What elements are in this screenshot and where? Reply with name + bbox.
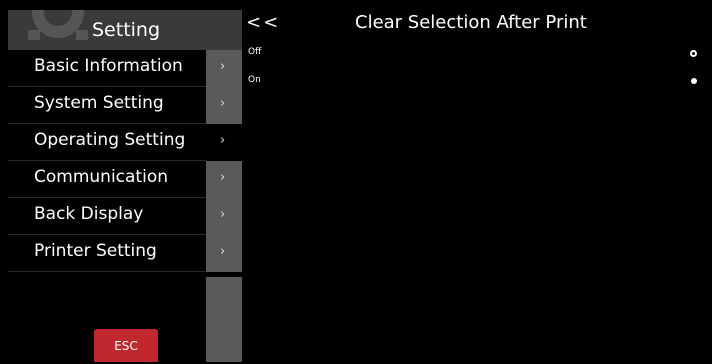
sidebar-item-label: Printer Setting: [34, 241, 157, 261]
option-label: On: [248, 75, 261, 85]
sidebar: Setting Basic Information › System Setti…: [8, 10, 242, 362]
chevron-right-icon: ›: [206, 235, 242, 272]
option-off[interactable]: Off: [242, 44, 712, 72]
chevron-right-icon: ›: [206, 50, 242, 87]
sidebar-item-label: Communication: [34, 167, 168, 187]
sidebar-menu: Basic Information › System Setting › Ope…: [8, 50, 242, 272]
sidebar-item-back-display[interactable]: Back Display ›: [8, 198, 242, 235]
sidebar-header: Setting: [8, 10, 242, 50]
sidebar-item-label: Operating Setting: [34, 130, 186, 150]
option-label: Off: [248, 47, 262, 57]
sidebar-item-label: Back Display: [34, 204, 144, 224]
sidebar-item-basic-information[interactable]: Basic Information ›: [8, 50, 242, 87]
option-on[interactable]: On: [242, 72, 712, 100]
chevron-right-icon: ›: [206, 198, 242, 235]
sidebar-arrow-column: [206, 277, 242, 362]
back-button[interactable]: <<: [246, 12, 280, 33]
sidebar-item-communication[interactable]: Communication ›: [8, 161, 242, 198]
radio-selected-icon[interactable]: [691, 78, 697, 84]
sidebar-title: Setting: [92, 19, 161, 41]
header: << Clear Selection After Print: [242, 10, 712, 40]
sidebar-item-printer-setting[interactable]: Printer Setting ›: [8, 235, 242, 272]
page-title: Clear Selection After Print: [355, 12, 587, 33]
sidebar-item-label: Basic Information: [34, 56, 183, 76]
esc-button[interactable]: ESC: [94, 329, 158, 362]
chevron-right-icon: ›: [206, 161, 242, 198]
chevron-right-icon: ›: [206, 124, 242, 161]
radio-unselected-icon[interactable]: [690, 50, 697, 57]
sidebar-item-system-setting[interactable]: System Setting ›: [8, 87, 242, 124]
sidebar-item-operating-setting[interactable]: Operating Setting ›: [8, 124, 242, 161]
options-list: Off On: [242, 44, 712, 362]
chevron-right-icon: ›: [206, 87, 242, 124]
sidebar-item-label: System Setting: [34, 93, 164, 113]
